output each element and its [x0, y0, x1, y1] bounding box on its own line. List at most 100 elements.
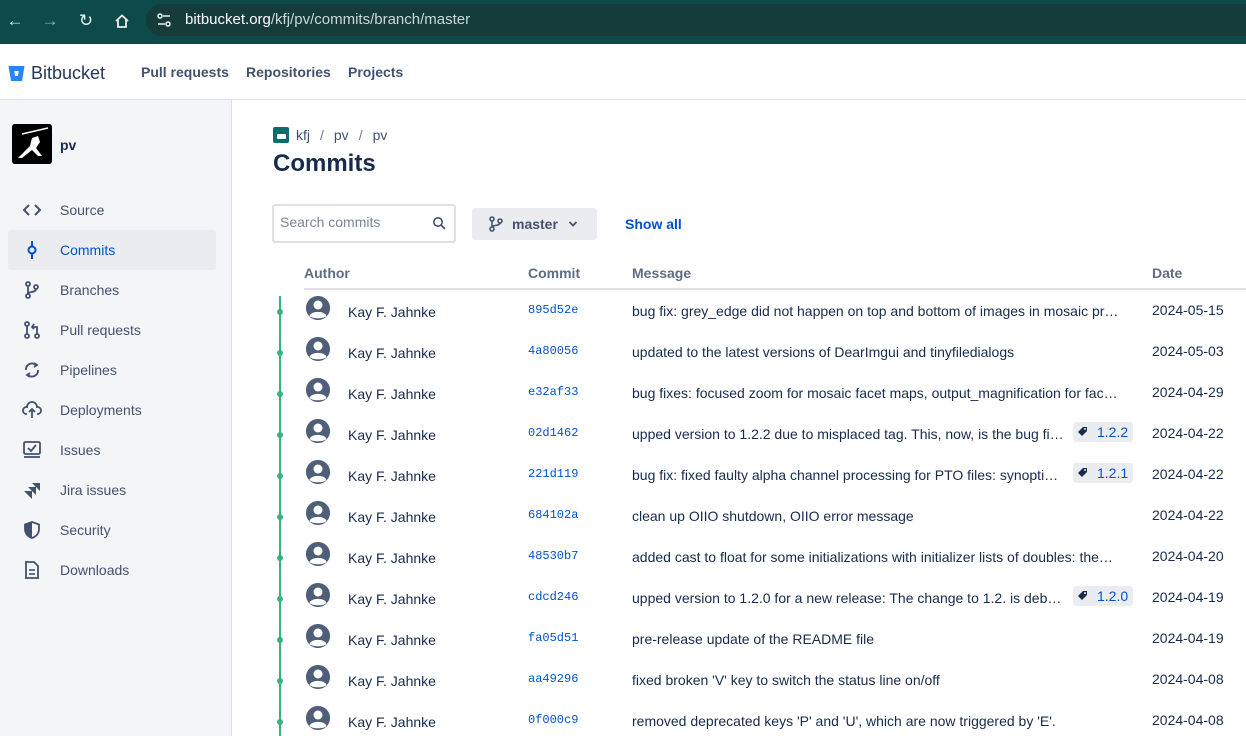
sidebar-item-deployments[interactable]: Deployments	[8, 390, 216, 430]
table-row[interactable]: Kay F. Jahnke cdcd246 upped version to 1.2…	[272, 577, 1246, 618]
commit-message[interactable]: bug fix: fixed faulty alpha channel proc…	[632, 467, 1069, 483]
commit-author: Kay F. Jahnke	[348, 509, 436, 525]
avatar[interactable]	[306, 337, 330, 361]
commit-date: 2024-05-15	[1152, 302, 1224, 318]
commit-message[interactable]: updated to the latest versions of DearIm…	[632, 344, 1134, 360]
commit-message[interactable]: bug fixes: focused zoom for mosaic facet…	[632, 385, 1134, 401]
avatar[interactable]	[306, 378, 330, 402]
commit-graph-dot	[277, 350, 283, 356]
avatar[interactable]	[306, 624, 330, 648]
search-commits-box[interactable]	[272, 204, 456, 243]
pipelines-icon	[25, 362, 39, 378]
sidebar-item-commits[interactable]: Commits	[8, 230, 216, 270]
search-icon[interactable]	[432, 216, 446, 230]
commit-graph-dot	[277, 719, 283, 725]
search-input[interactable]	[280, 214, 428, 230]
sidebar-item-security[interactable]: Security	[8, 510, 216, 550]
avatar[interactable]	[306, 296, 330, 320]
deployments-icon	[22, 401, 42, 418]
repo-avatar[interactable]	[12, 124, 52, 164]
commit-message[interactable]: fixed broken 'V' key to switch the statu…	[632, 672, 1134, 688]
commit-hash-link[interactable]: 684102a	[528, 508, 578, 522]
commit-author: Kay F. Jahnke	[348, 591, 436, 607]
nav-repositories[interactable]: Repositories	[246, 64, 331, 80]
table-row[interactable]: Kay F. Jahnke 02d1462 upped version to 1.2…	[272, 413, 1246, 454]
avatar[interactable]	[306, 665, 330, 689]
reload-icon[interactable]: ↻	[75, 10, 97, 32]
table-row[interactable]: Kay F. Jahnke 48530b7 added cast to float …	[272, 536, 1246, 577]
commit-author: Kay F. Jahnke	[348, 468, 436, 484]
avatar[interactable]	[306, 501, 330, 525]
commit-hash-link[interactable]: 4a80056	[528, 344, 578, 358]
commit-hash-link[interactable]: cdcd246	[528, 590, 578, 604]
avatar[interactable]	[306, 460, 330, 484]
back-icon[interactable]: ←	[4, 10, 26, 32]
jira-icon	[24, 483, 40, 499]
commit-date: 2024-04-22	[1152, 507, 1224, 523]
commit-hash-link[interactable]: 48530b7	[528, 549, 578, 563]
table-row[interactable]: Kay F. Jahnke 684102a clean up OIIO shutdo…	[272, 495, 1246, 536]
breadcrumb-workspace[interactable]: kfj	[296, 127, 310, 143]
avatar[interactable]	[306, 542, 330, 566]
table-row[interactable]: Kay F. Jahnke 0f000c9 removed deprecated k…	[272, 700, 1246, 741]
sidebar: pv Source Commits Branches Pull requests…	[0, 100, 232, 736]
sidebar-item-pipelines[interactable]: Pipelines	[8, 350, 216, 390]
repo-name[interactable]: pv	[60, 137, 76, 153]
table-row[interactable]: Kay F. Jahnke fa05d51 pre-release update o…	[272, 618, 1246, 659]
table-row[interactable]: Kay F. Jahnke e32af33 bug fixes: focused z…	[272, 372, 1246, 413]
breadcrumb-repository[interactable]: pv	[373, 127, 388, 143]
table-row[interactable]: Kay F. Jahnke 4a80056 updated to the lates…	[272, 331, 1246, 372]
commit-message[interactable]: clean up OIIO shutdown, OIIO error messa…	[632, 508, 1134, 524]
commit-date: 2024-04-19	[1152, 630, 1224, 646]
site-settings-icon[interactable]	[156, 12, 172, 28]
commit-hash-link[interactable]: 0f000c9	[528, 713, 578, 727]
sidebar-item-issues[interactable]: Issues	[8, 430, 216, 470]
commit-message[interactable]: upped version to 1.2.2 due to misplaced …	[632, 426, 1069, 442]
url-text: bitbucket.org/kfj/pv/commits/branch/mast…	[185, 11, 470, 28]
commit-author: Kay F. Jahnke	[348, 673, 436, 689]
commit-hash-link[interactable]: fa05d51	[528, 631, 578, 645]
commit-hash-link[interactable]: 221d119	[528, 467, 578, 481]
tag-badge[interactable]: 1.2.0	[1073, 586, 1134, 606]
commit-message[interactable]: bug fix: grey_edge did not happen on top…	[632, 303, 1134, 319]
sidebar-item-branches[interactable]: Branches	[8, 270, 216, 310]
commit-date: 2024-04-29	[1152, 384, 1224, 400]
tag-badge[interactable]: 1.2.2	[1073, 422, 1134, 442]
avatar[interactable]	[306, 419, 330, 443]
sidebar-item-pull-requests[interactable]: Pull requests	[8, 310, 216, 350]
avatar[interactable]	[306, 583, 330, 607]
sidebar-item-source[interactable]: Source	[8, 190, 216, 230]
commit-message[interactable]: upped version to 1.2.0 for a new release…	[632, 590, 1069, 606]
table-row[interactable]: Kay F. Jahnke 895d52e bug fix: grey_edge d…	[272, 290, 1246, 331]
bitbucket-logo[interactable]: Bitbucket	[8, 63, 105, 83]
home-icon[interactable]	[111, 10, 133, 32]
nav-pull-requests[interactable]: Pull requests	[141, 64, 229, 80]
sidebar-item-downloads[interactable]: Downloads	[8, 550, 216, 590]
commit-hash-link[interactable]: aa49296	[528, 672, 578, 686]
table-row[interactable]: Kay F. Jahnke 221d119 bug fix: fixed fault…	[272, 454, 1246, 495]
commit-hash-link[interactable]: 02d1462	[528, 426, 578, 440]
table-row[interactable]: Kay F. Jahnke aa49296 fixed broken 'V' key…	[272, 659, 1246, 700]
commit-author: Kay F. Jahnke	[348, 714, 436, 730]
commit-graph-dot	[277, 555, 283, 561]
sidebar-item-label: Branches	[60, 282, 120, 298]
code-icon	[22, 204, 42, 216]
commit-hash-link[interactable]: e32af33	[528, 385, 578, 399]
breadcrumb-project[interactable]: pv	[334, 127, 349, 143]
column-header-message: Message	[632, 265, 692, 281]
commit-message[interactable]: removed deprecated keys 'P' and 'U', whi…	[632, 713, 1134, 729]
commit-author: Kay F. Jahnke	[348, 304, 436, 320]
forward-icon[interactable]: →	[39, 10, 61, 32]
commit-message[interactable]: added cast to float for some initializat…	[632, 549, 1134, 565]
nav-projects[interactable]: Projects	[348, 64, 403, 80]
column-header-date: Date	[1152, 265, 1183, 281]
url-path: /kfj/pv/commits/branch/master	[270, 11, 471, 28]
avatar[interactable]	[306, 706, 330, 730]
address-bar[interactable]: bitbucket.org/kfj/pv/commits/branch/mast…	[146, 4, 1246, 36]
show-all-link[interactable]: Show all	[625, 216, 682, 232]
branch-selector[interactable]: master	[472, 208, 597, 240]
sidebar-item-jira-issues[interactable]: Jira issues	[8, 470, 216, 510]
tag-badge[interactable]: 1.2.1	[1073, 463, 1134, 483]
commit-message[interactable]: pre-release update of the README file	[632, 631, 1134, 647]
commit-hash-link[interactable]: 895d52e	[528, 303, 578, 317]
